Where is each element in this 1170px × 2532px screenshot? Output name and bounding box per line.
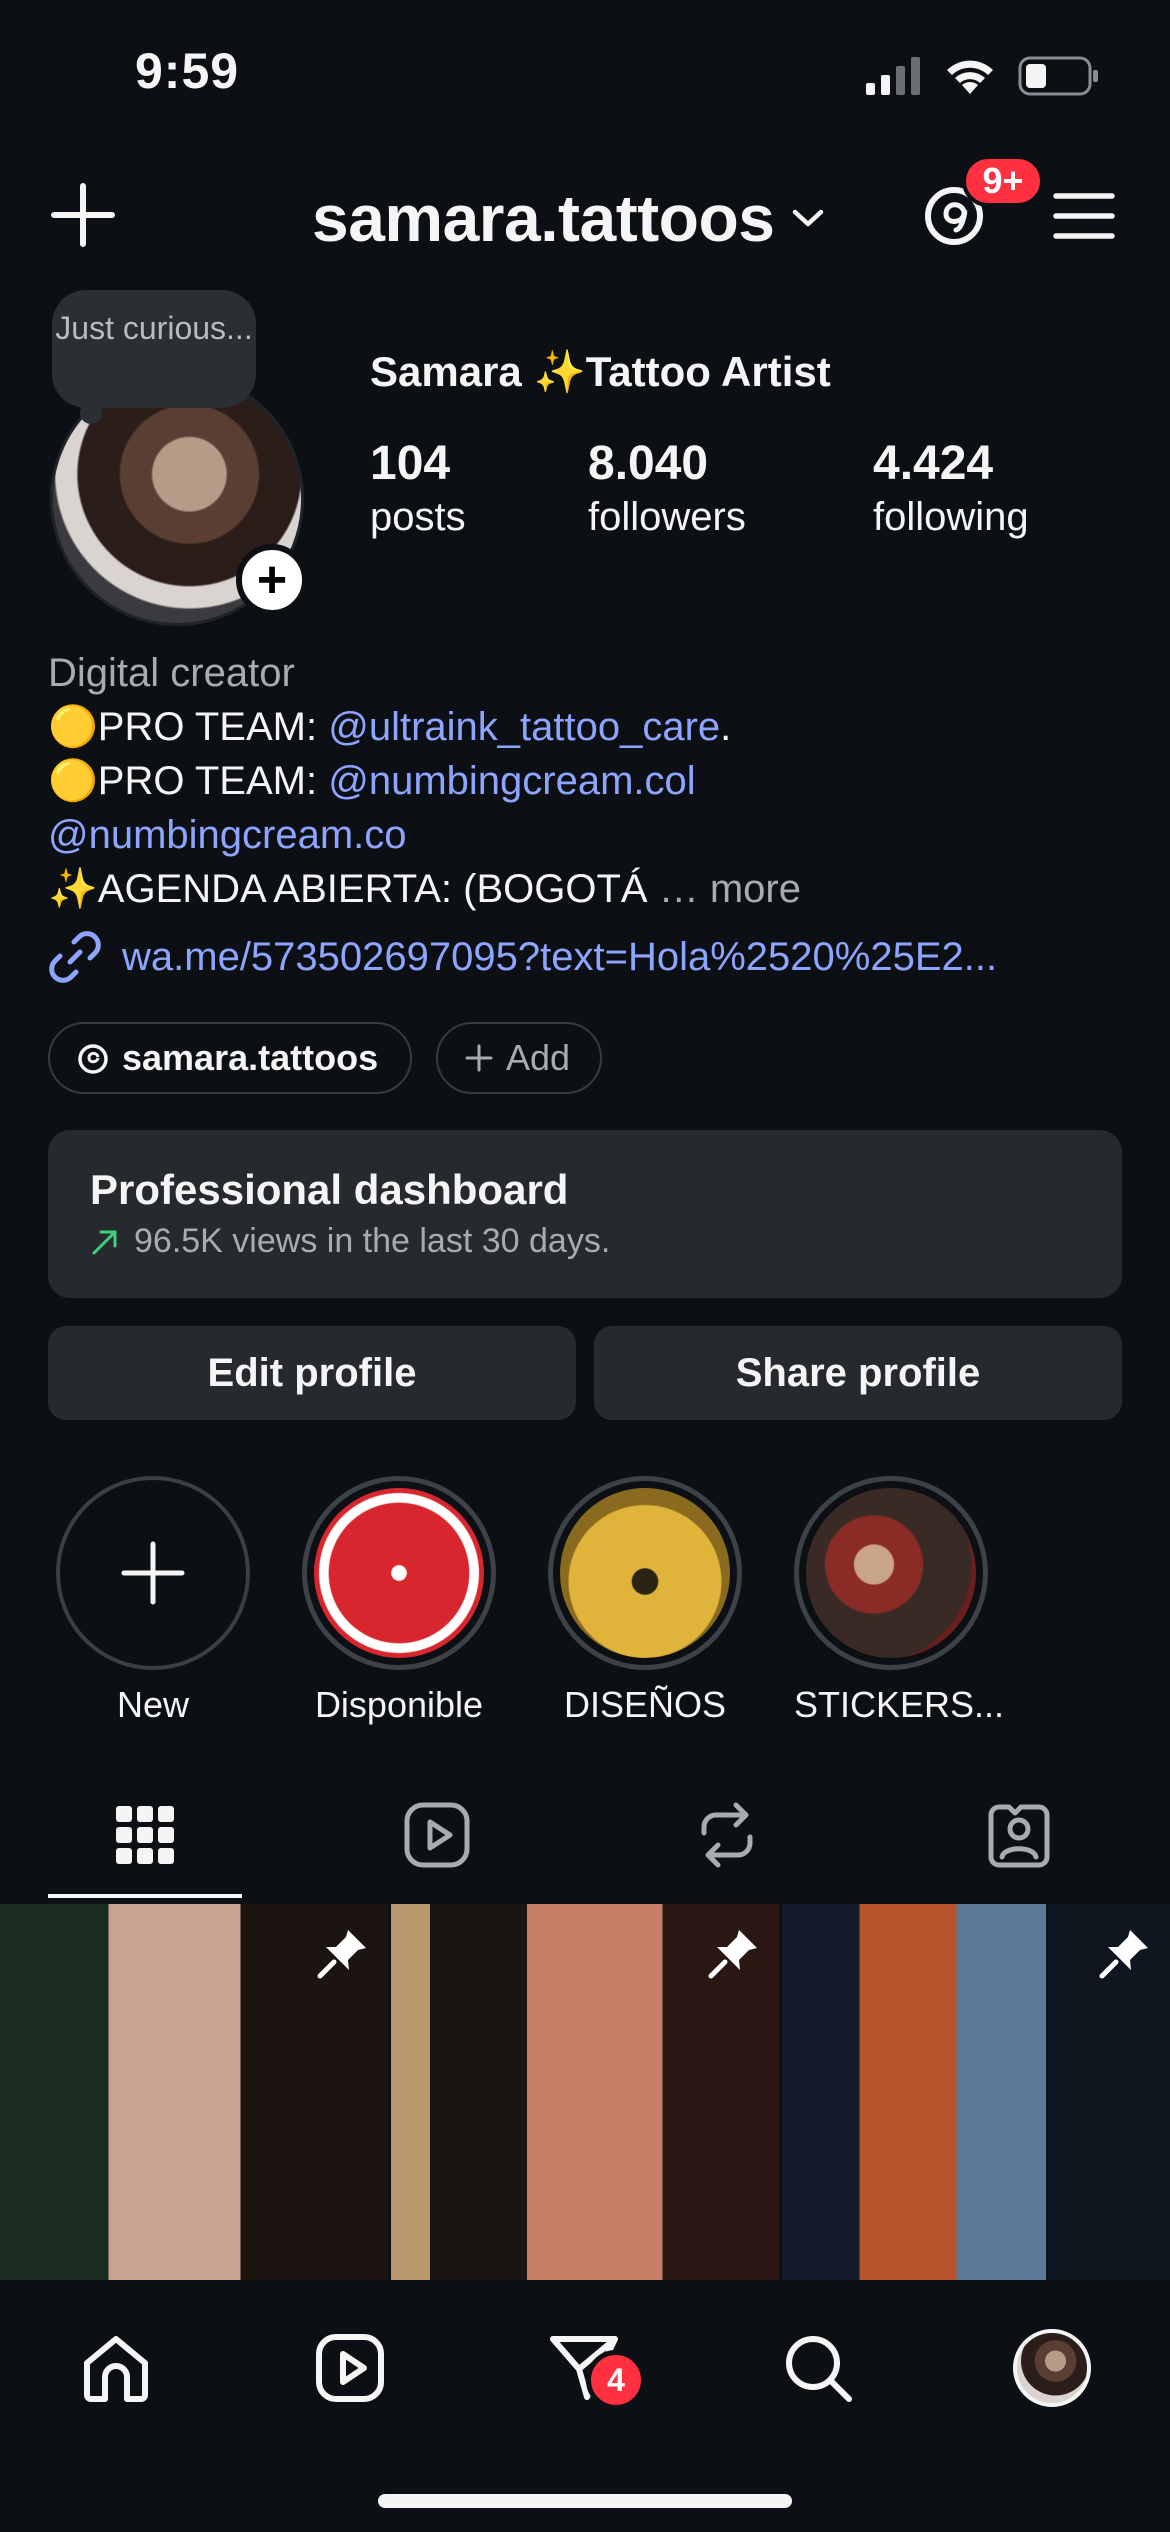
note-bubble[interactable]: Just curious... (52, 290, 256, 408)
link-icon (49, 931, 101, 983)
dashboard-subtitle: 96.5K views in the last 30 days. (134, 1222, 611, 1260)
posts-stat[interactable]: 104 posts (370, 436, 466, 542)
mention-numbingcream-co[interactable]: @numbingcream.co (48, 813, 407, 857)
bio-line-2: 🟡PRO TEAM: @numbingcream.col (48, 754, 1128, 808)
threads-profile-chip[interactable]: samara.tattoos (48, 1022, 412, 1094)
profile-avatar-small (1013, 2329, 1091, 2407)
reels-play-icon (404, 1802, 470, 1868)
battery-icon (1018, 56, 1098, 96)
share-profile-button[interactable]: Share profile (594, 1326, 1122, 1420)
pin-icon (708, 1930, 757, 1979)
followers-label: followers (588, 495, 746, 539)
highlight-disponible[interactable]: Disponible (302, 1476, 496, 1726)
nav-profile[interactable] (1004, 2320, 1100, 2416)
highlight-disenos[interactable]: DISEÑOS (548, 1476, 742, 1726)
bio: Digital creator 🟡PRO TEAM: @ultraink_tat… (48, 646, 1128, 916)
wifi-icon (947, 60, 993, 94)
tab-reels[interactable] (320, 1800, 554, 1870)
highlight-cover-yellow (560, 1488, 730, 1658)
bio-line-3: @numbingcream.co (48, 808, 1128, 862)
pin-icon (317, 1930, 366, 1979)
highlight-cover-stickers (806, 1488, 976, 1658)
bio-link[interactable]: wa.me/573502697095?text=Hola%2520%25E2..… (48, 930, 997, 984)
highlight-label: DISEÑOS (563, 1684, 727, 1725)
edit-profile-button[interactable]: Edit profile (48, 1326, 576, 1420)
bio-line-2-text: 🟡PRO TEAM: (48, 759, 329, 803)
bio-category: Digital creator (48, 651, 295, 695)
grid-icon (116, 1806, 174, 1864)
tagged-person-icon (988, 1804, 1050, 1868)
nav-home[interactable] (68, 2320, 164, 2416)
repost-icon (701, 1802, 753, 1868)
account-switcher[interactable]: samara.tattoos (312, 180, 825, 256)
tab-grid[interactable] (28, 1800, 262, 1870)
trend-up-arrow-icon (92, 1230, 117, 1254)
add-chip-label: Add (506, 1037, 571, 1078)
pin-icon (1099, 1930, 1148, 1979)
create-plus-icon[interactable] (48, 180, 118, 250)
highlight-ring (548, 1476, 742, 1670)
highlight-new-ring (56, 1476, 250, 1670)
posts-count: 104 (370, 437, 451, 490)
bio-more-link[interactable]: more (710, 867, 801, 911)
posts-label: posts (370, 495, 466, 539)
plus-icon (121, 1541, 185, 1605)
mention-ultraink[interactable]: @ultraink_tattoo_care (328, 705, 720, 749)
reels-icon (316, 2334, 384, 2402)
dm-count-badge: 4 (586, 2350, 646, 2410)
status-icons (866, 56, 1100, 96)
followers-stat[interactable]: 8.040 followers (588, 436, 746, 542)
mention-numbingcream-col[interactable]: @numbingcream.col (328, 759, 695, 803)
followers-count: 8.040 (588, 437, 709, 490)
highlight-stickers[interactable]: STICKERS... (794, 1476, 1005, 1726)
threads-notification-badge: 9+ (962, 155, 1044, 207)
status-time: 9:59 (135, 43, 240, 99)
bio-line-1-text: 🟡PRO TEAM: (48, 705, 329, 749)
tab-active-indicator (48, 1894, 242, 1898)
highlight-label: New (116, 1684, 190, 1725)
cellular-signal-icon (866, 57, 920, 95)
bio-line-1: 🟡PRO TEAM: @ultraink_tattoo_care. (48, 700, 1128, 754)
bio-link-text: wa.me/573502697095?text=Hola%2520%25E2..… (122, 934, 998, 979)
bio-line-4: ✨AGENDA ABIERTA: (BOGOTÁ … more (48, 862, 1128, 916)
display-name: Samara ✨Tattoo Artist (370, 348, 831, 395)
threads-chip-label: samara.tattoos (122, 1037, 379, 1078)
home-icon (84, 2336, 148, 2402)
username-title: samara.tattoos (312, 181, 775, 255)
post-thumbnail[interactable] (782, 1904, 1170, 2280)
highlight-label: STICKERS... (794, 1684, 1005, 1725)
dashboard-subtitle-row: 96.5K views in the last 30 days. (90, 1222, 1080, 1261)
following-label: following (873, 495, 1029, 539)
highlight-new[interactable]: New (56, 1476, 250, 1726)
add-story-plus-icon[interactable]: + (236, 544, 308, 616)
highlight-label: Disponible (314, 1684, 484, 1725)
chevron-down-icon (792, 209, 823, 227)
bio-line-4-text: ✨AGENDA ABIERTA: (BOGOTÁ (48, 867, 648, 911)
following-count: 4.424 (873, 437, 994, 490)
nav-search[interactable] (770, 2320, 866, 2416)
menu-icon[interactable] (1052, 190, 1116, 242)
plus-icon (465, 1044, 493, 1072)
highlight-cover-citrus (314, 1488, 484, 1658)
home-indicator (378, 2494, 792, 2508)
nav-reels[interactable] (302, 2320, 398, 2416)
post-thumbnail[interactable] (391, 1904, 779, 2280)
bio-ellipsis: … (658, 867, 699, 911)
bio-line-1-suffix: . (720, 705, 732, 749)
tab-reposts[interactable] (610, 1800, 844, 1870)
following-stat[interactable]: 4.424 following (873, 436, 1029, 542)
tab-tagged[interactable] (902, 1800, 1136, 1870)
dashboard-title: Professional dashboard (90, 1166, 569, 1213)
add-link-chip[interactable]: Add (436, 1022, 602, 1094)
highlight-ring (302, 1476, 496, 1670)
highlight-ring (794, 1476, 988, 1670)
post-thumbnail[interactable] (0, 1904, 388, 2280)
search-icon (786, 2336, 852, 2402)
threads-icon (78, 1044, 108, 1074)
professional-dashboard[interactable]: Professional dashboard 96.5K views in th… (48, 1130, 1122, 1298)
